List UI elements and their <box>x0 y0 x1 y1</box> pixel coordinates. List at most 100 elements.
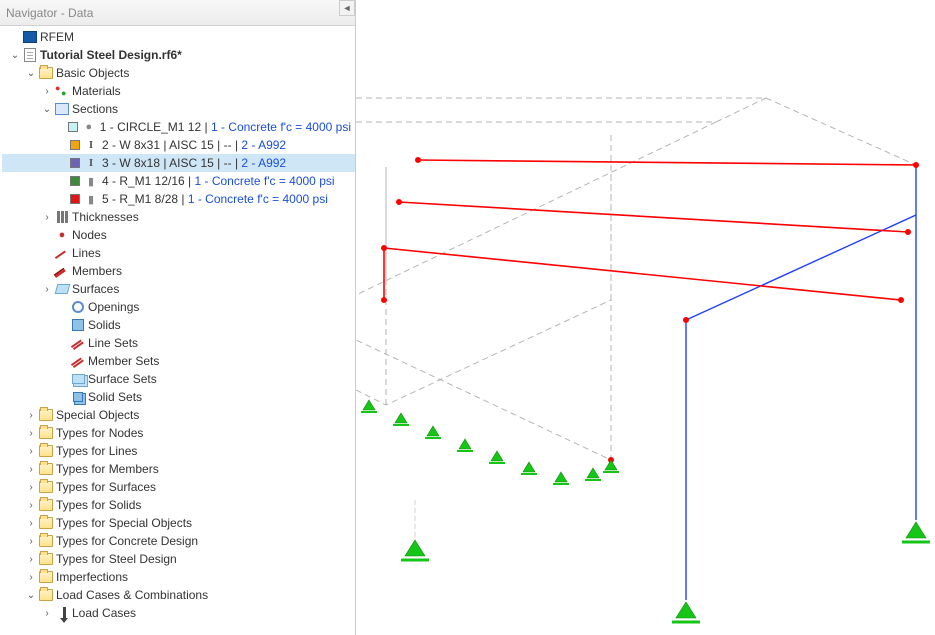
app-root[interactable]: RFEM <box>2 28 355 46</box>
members[interactable]: Members <box>2 262 355 280</box>
folder-special-objects-icon <box>38 407 54 423</box>
section-shape-icon: I <box>84 138 98 152</box>
thicknesses-icon <box>54 209 70 225</box>
openings[interactable]: Openings <box>2 298 355 316</box>
tree-item-label: RFEM <box>40 30 74 44</box>
expand-icon[interactable]: › <box>24 444 38 458</box>
folder-types-solids-icon <box>38 497 54 513</box>
tree-item-label: Line Sets <box>88 336 138 350</box>
tree-item-label: Types for Concrete Design <box>56 534 198 548</box>
line-sets-icon <box>70 335 86 351</box>
tree-item-material-link[interactable]: 1 - Concrete f'c = 4000 psi <box>195 174 335 188</box>
tree-item-material-link[interactable]: 1 - Concrete f'c = 4000 psi <box>211 120 351 134</box>
folder-types-concrete[interactable]: › Types for Concrete Design <box>2 532 355 550</box>
folder-types-nodes[interactable]: › Types for Nodes <box>2 424 355 442</box>
sections[interactable]: ⌄Sections <box>2 100 355 118</box>
tree-item-label: Solid Sets <box>88 390 142 404</box>
tree-item-label: 4 - R_M1 12/16 | 1 - Concrete f'c = 4000… <box>102 174 335 188</box>
collapse-icon[interactable]: ⌄ <box>24 66 38 80</box>
expand-icon[interactable]: › <box>40 606 54 620</box>
nodes-icon <box>54 227 70 243</box>
tree-item-label: Types for Members <box>56 462 159 476</box>
expand-icon[interactable]: › <box>24 408 38 422</box>
section-5[interactable]: ▮5 - R_M1 8/28 | 1 - Concrete f'c = 4000… <box>2 190 355 208</box>
expand-icon[interactable]: › <box>24 426 38 440</box>
section-3[interactable]: I3 - W 8x18 | AISC 15 | -- | 2 - A992 <box>2 154 355 172</box>
section-2[interactable]: I 2 - W 8x31 | AISC 15 | -- | 2 - A992 <box>2 136 355 154</box>
load-cases[interactable]: ›Load Cases <box>2 604 355 622</box>
navigator-title: Navigator - Data <box>6 6 93 20</box>
tree-item-label: Openings <box>88 300 139 314</box>
color-swatch <box>70 158 80 168</box>
surface-sets-icon <box>70 371 86 387</box>
folder-types-special[interactable]: ›Types for Special Objects <box>2 514 355 532</box>
color-swatch <box>70 194 80 204</box>
folder-types-lines-icon <box>38 443 54 459</box>
lines[interactable]: Lines <box>2 244 355 262</box>
folder-types-steel[interactable]: ›Types for Steel Design <box>2 550 355 568</box>
collapse-icon[interactable]: ⌄ <box>24 588 38 602</box>
sections-icon <box>54 101 70 117</box>
folder-special-objects[interactable]: ›Special Objects <box>2 406 355 424</box>
folder-types-nodes-icon <box>38 425 54 441</box>
materials-icon <box>54 83 70 99</box>
solid-sets[interactable]: Solid Sets <box>2 388 355 406</box>
color-swatch <box>70 176 80 186</box>
expand-icon[interactable]: › <box>24 534 38 548</box>
folder-types-members-icon <box>38 461 54 477</box>
folder-types-lines[interactable]: ›Types for Lines <box>2 442 355 460</box>
tree-item-label: 5 - R_M1 8/28 | 1 - Concrete f'c = 4000 … <box>102 192 328 206</box>
folder-basic-objects-icon <box>38 65 54 81</box>
expand-icon[interactable]: › <box>24 498 38 512</box>
tree-item-material-link[interactable]: 2 - A992 <box>241 138 286 152</box>
folder-types-surfaces-icon <box>38 479 54 495</box>
project-file[interactable]: ⌄Tutorial Steel Design.rf6* <box>2 46 355 64</box>
collapse-panel-button[interactable]: ◄ <box>339 0 355 16</box>
expand-icon[interactable]: › <box>24 570 38 584</box>
tree-item-material-link[interactable]: 1 - Concrete f'c = 4000 psi <box>188 192 328 206</box>
tree-item-label: Surfaces <box>72 282 119 296</box>
navigator-panel: Navigator - Data ◄ RFEM ⌄Tutorial Steel D… <box>0 0 356 635</box>
surface-sets[interactable]: Surface Sets <box>2 370 355 388</box>
section-4[interactable]: ▮4 - R_M1 12/16 | 1 - Concrete f'c = 400… <box>2 172 355 190</box>
nodes[interactable]: Nodes <box>2 226 355 244</box>
tree-item-label: Types for Nodes <box>56 426 143 440</box>
tree-item-label: Imperfections <box>56 570 128 584</box>
expand-icon[interactable]: › <box>24 516 38 530</box>
supports <box>361 400 930 622</box>
section-shape-icon: ● <box>82 120 96 134</box>
materials[interactable]: ›Materials <box>2 82 355 100</box>
collapse-icon[interactable]: ⌄ <box>40 102 54 116</box>
folder-types-steel-icon <box>38 551 54 567</box>
tree-item-label: Members <box>72 264 122 278</box>
expand-icon[interactable]: › <box>40 84 54 98</box>
tree-item-label: Thicknesses <box>72 210 139 224</box>
folder-types-solids[interactable]: ›Types for Solids <box>2 496 355 514</box>
folder-load-cases-icon <box>38 587 54 603</box>
member-sets[interactable]: Member Sets <box>2 352 355 370</box>
folder-basic-objects[interactable]: ⌄Basic Objects <box>2 64 355 82</box>
surfaces[interactable]: › Surfaces <box>2 280 355 298</box>
collapse-icon[interactable]: ⌄ <box>8 48 22 62</box>
folder-types-surfaces[interactable]: ›Types for Surfaces <box>2 478 355 496</box>
section-1[interactable]: ●1 - CIRCLE_M1 12 | 1 - Concrete f'c = 4… <box>2 118 355 136</box>
expand-icon[interactable]: › <box>24 462 38 476</box>
load-cases-icon <box>54 605 70 621</box>
folder-types-members[interactable]: › Types for Members <box>2 460 355 478</box>
expand-icon[interactable]: › <box>40 210 54 224</box>
folder-imperfections[interactable]: › Imperfections <box>2 568 355 586</box>
folder-load-cases[interactable]: ⌄Load Cases & Combinations <box>2 586 355 604</box>
tree-item-material-link[interactable]: 2 - A992 <box>241 156 286 170</box>
line-sets[interactable]: Line Sets <box>2 334 355 352</box>
tree-item-label: 2 - W 8x31 | AISC 15 | -- | 2 - A992 <box>102 138 286 152</box>
solids[interactable]: Solids <box>2 316 355 334</box>
navigator-tree[interactable]: RFEM ⌄Tutorial Steel Design.rf6*⌄Basic Ob… <box>0 26 355 635</box>
expand-icon[interactable]: › <box>40 282 54 296</box>
expand-icon[interactable]: › <box>24 480 38 494</box>
lines-icon <box>54 245 70 261</box>
solids-icon <box>70 317 86 333</box>
thicknesses[interactable]: › Thicknesses <box>2 208 355 226</box>
expand-icon[interactable]: › <box>24 552 38 566</box>
model-viewport[interactable] <box>356 0 935 635</box>
member-sets-icon <box>70 353 86 369</box>
